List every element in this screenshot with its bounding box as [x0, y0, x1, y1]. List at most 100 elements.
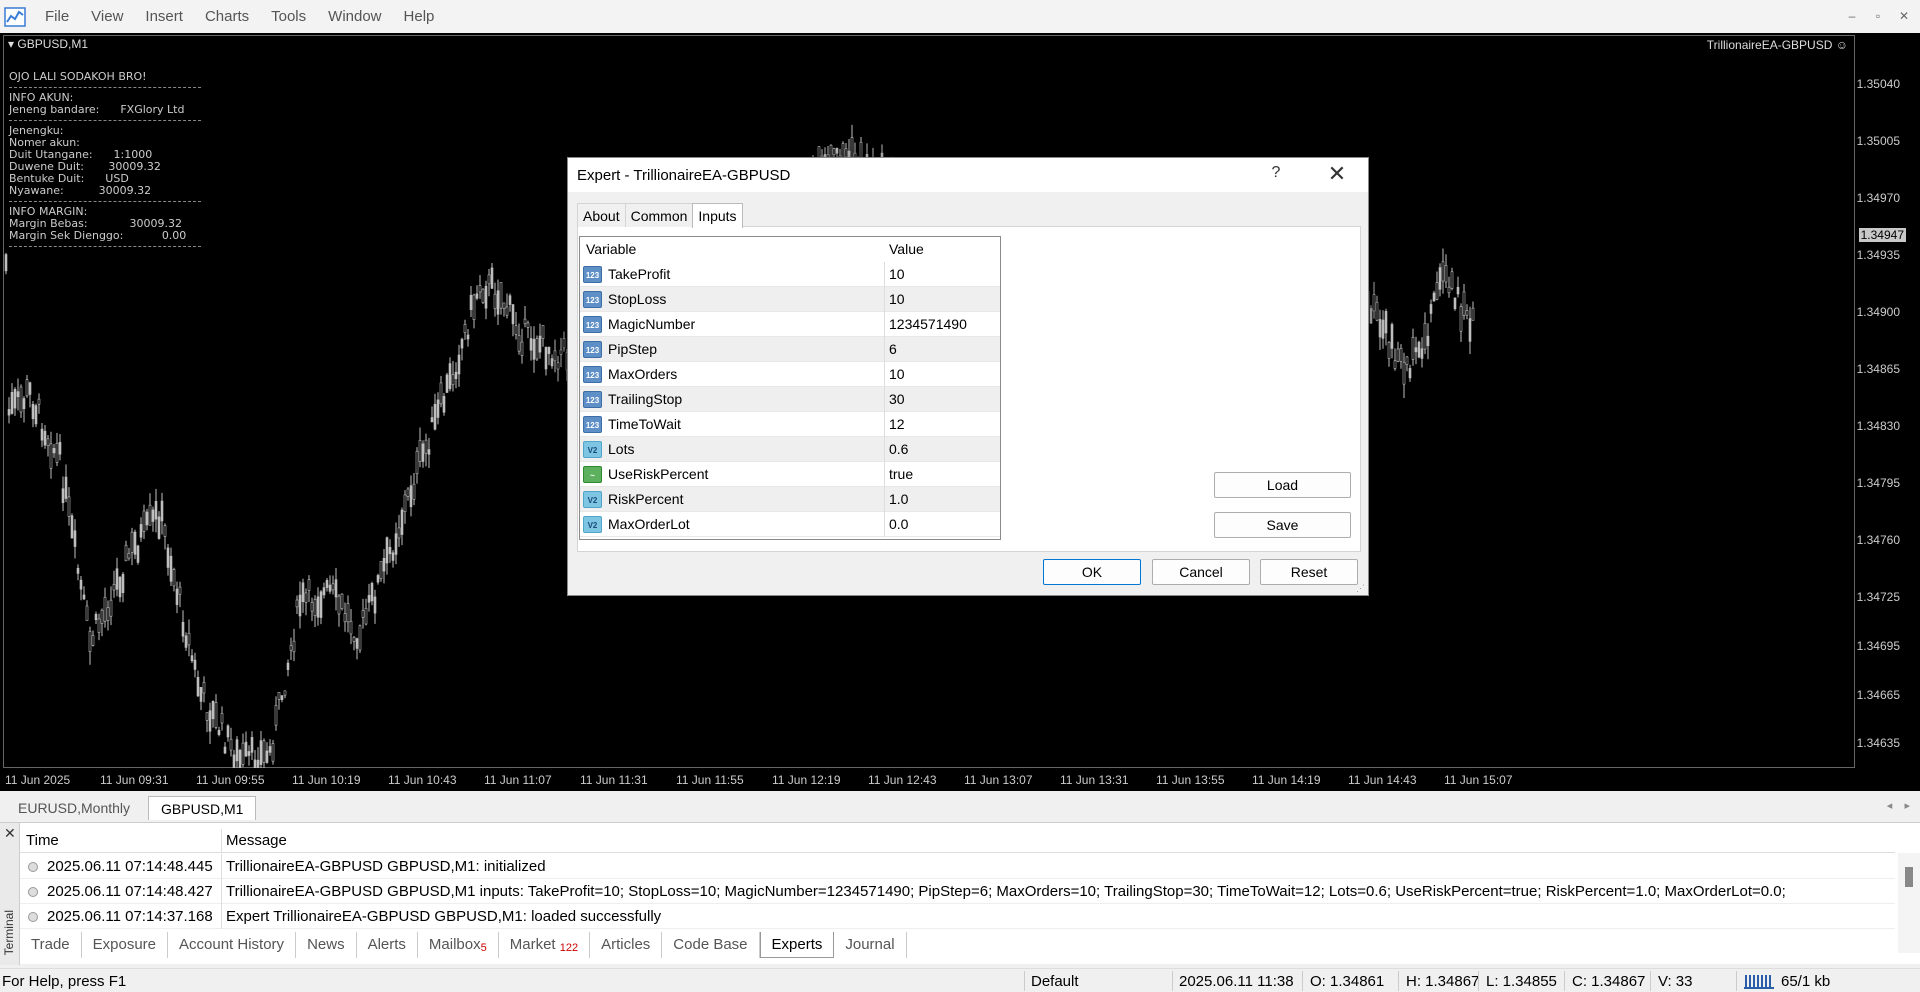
candle-body [55, 442, 59, 463]
tab-common[interactable]: Common [624, 203, 694, 227]
tab-scroll-arrows[interactable]: ◂ ▸ [1887, 799, 1910, 812]
tab-code-base[interactable]: Code Base [662, 932, 760, 958]
input-value[interactable]: 1.0 [889, 491, 908, 507]
scrollbar-thumb[interactable] [1905, 867, 1913, 887]
col-time-header[interactable]: Time [26, 832, 59, 849]
input-value[interactable]: 10 [889, 366, 905, 382]
input-row-lots[interactable]: V2 Lots 0.6 [580, 437, 1000, 462]
input-value[interactable]: 0.0 [889, 516, 908, 532]
input-row-stoploss[interactable]: 123 StopLoss 10 [580, 287, 1000, 312]
candle-body [166, 547, 170, 568]
candle-body [547, 346, 551, 354]
help-icon[interactable]: ? [1264, 164, 1288, 182]
input-value[interactable]: 10 [889, 291, 905, 307]
candle-body [1378, 319, 1382, 338]
candle-body [1399, 348, 1403, 362]
close-icon[interactable]: ✕ [4, 825, 16, 842]
log-row[interactable]: 2025.06.11 07:14:48.445 TrillionaireEA-G… [20, 854, 1895, 879]
tab-trade[interactable]: Trade [20, 932, 82, 958]
column-divider [884, 512, 885, 537]
tab-exposure[interactable]: Exposure [82, 932, 169, 958]
reset-button[interactable]: Reset [1260, 559, 1358, 585]
status-profile[interactable]: Default [1031, 973, 1079, 990]
menu-file[interactable]: File [34, 0, 80, 33]
candle-body [151, 509, 155, 522]
candle-body [268, 746, 272, 753]
input-row-riskpercent[interactable]: V2 RiskPercent 1.0 [580, 487, 1000, 512]
tab-about[interactable]: About [577, 203, 626, 227]
col-message-header[interactable]: Message [226, 832, 287, 849]
candle-body [1393, 360, 1397, 369]
tab-news[interactable]: News [296, 932, 357, 958]
input-row-pipstep[interactable]: 123 PipStep 6 [580, 337, 1000, 362]
tab-account-history[interactable]: Account History [168, 932, 297, 958]
cancel-button[interactable]: Cancel [1152, 559, 1250, 585]
info-slogan: OJO LALI SODAKOH BRO! [9, 70, 147, 83]
input-value[interactable]: 10 [889, 266, 905, 282]
chart-tab-gbpusd[interactable]: GBPUSD,M1 [148, 796, 257, 820]
save-button[interactable]: Save [1214, 512, 1351, 538]
tab-mailbox[interactable]: Mailbox5 [418, 932, 499, 958]
menu-charts[interactable]: Charts [194, 0, 260, 33]
dialog-titlebar[interactable]: Expert - TrillionaireEA-GBPUSD ? ✕ [568, 158, 1368, 192]
menu-view[interactable]: View [80, 0, 134, 33]
menu-window[interactable]: Window [317, 0, 392, 33]
input-row-maxorders[interactable]: 123 MaxOrders 10 [580, 362, 1000, 387]
minimize-icon[interactable]: – [1842, 6, 1862, 26]
chart-tab-eurusd[interactable]: EURUSD,Monthly [6, 796, 142, 820]
log-row[interactable]: 2025.06.11 07:14:48.427 TrillionaireEA-G… [20, 879, 1895, 904]
tab-alerts[interactable]: Alerts [357, 932, 418, 958]
input-row-timetowait[interactable]: 123 TimeToWait 12 [580, 412, 1000, 437]
input-value[interactable]: 6 [889, 341, 897, 357]
menu-help[interactable]: Help [393, 0, 446, 33]
restore-icon[interactable]: ▫ [1868, 6, 1888, 26]
candle-body [4, 254, 8, 272]
input-row-magicnumber[interactable]: 123 MagicNumber 1234571490 [580, 312, 1000, 337]
col-variable-header[interactable]: Variable [586, 237, 636, 262]
input-value[interactable]: 30 [889, 391, 905, 407]
candle-body [397, 527, 401, 539]
input-row-maxorderlot[interactable]: V2 MaxOrderLot 0.0 [580, 512, 1000, 537]
time-tick: 11 Jun 13:07 [964, 773, 1033, 787]
candle-body [553, 350, 557, 362]
candle-body [82, 594, 86, 600]
tab-articles[interactable]: Articles [590, 932, 663, 958]
input-value[interactable]: 0.6 [889, 441, 908, 457]
load-button[interactable]: Load [1214, 472, 1351, 498]
input-value[interactable]: 1234571490 [889, 316, 967, 332]
input-value[interactable]: true [889, 466, 913, 482]
candle-body [139, 524, 143, 538]
candle-body [1384, 311, 1388, 334]
candle-body [1387, 342, 1391, 359]
candle-body [274, 704, 278, 726]
input-value[interactable]: 12 [889, 416, 905, 432]
resize-grip-icon[interactable]: ⋰ [1356, 583, 1366, 593]
log-row[interactable]: 2025.06.11 07:14:37.168 Expert Trilliona… [20, 904, 1895, 929]
input-row-useriskpercent[interactable]: ~ UseRiskPercent true [580, 462, 1000, 487]
close-icon[interactable]: ✕ [1324, 161, 1350, 187]
candle-body [205, 712, 209, 721]
tab-journal[interactable]: Journal [834, 932, 907, 958]
col-value-header[interactable]: Value [889, 237, 924, 262]
close-window-icon[interactable]: ✕ [1894, 6, 1914, 26]
candle-body [394, 533, 398, 555]
menu-tools[interactable]: Tools [260, 0, 317, 33]
candle-body [199, 687, 203, 702]
column-divider [884, 437, 885, 462]
status-divider [1478, 971, 1479, 991]
tab-market[interactable]: Market 122 [499, 932, 591, 958]
price-tick: 1.34795 [1856, 476, 1900, 490]
column-divider [221, 829, 222, 853]
tab-inputs[interactable]: Inputs [692, 203, 743, 228]
menu-insert[interactable]: Insert [134, 0, 194, 33]
candle-body [64, 476, 68, 499]
tab-experts[interactable]: Experts [759, 932, 835, 958]
ok-button[interactable]: OK [1043, 559, 1141, 585]
input-row-trailingstop[interactable]: 123 TrailingStop 30 [580, 387, 1000, 412]
log-scrollbar[interactable] [1898, 853, 1920, 953]
candle-body [301, 582, 305, 602]
candle-body [163, 525, 167, 537]
candle-body [481, 288, 485, 303]
chart-ea-label[interactable]: TrillionaireEA-GBPUSD ☺ [1707, 38, 1848, 52]
input-row-takeprofit[interactable]: 123 TakeProfit 10 [580, 262, 1000, 287]
